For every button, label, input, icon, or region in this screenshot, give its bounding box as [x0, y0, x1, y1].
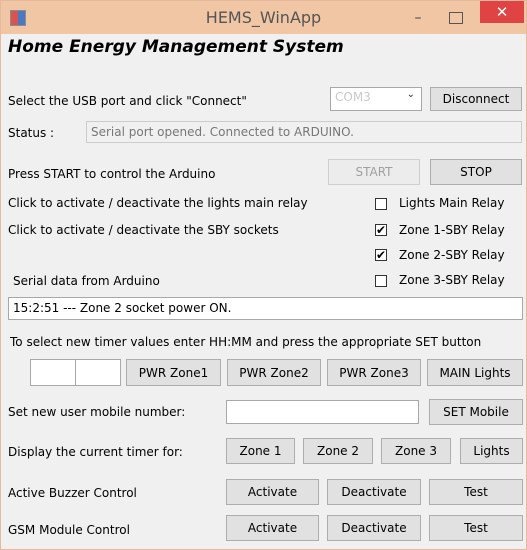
- display-zone2-button[interactable]: Zone 2: [303, 438, 373, 464]
- display-lights-button[interactable]: Lights: [460, 438, 523, 464]
- buzzer-activate-button[interactable]: Activate: [226, 479, 319, 505]
- serial-label: Serial data from Arduino: [13, 274, 160, 288]
- timer-instruction: To select new timer values enter HH:MM a…: [10, 335, 482, 349]
- buzzer-deactivate-button[interactable]: Deactivate: [327, 479, 421, 505]
- app-window: HEMS_WinApp – ✕ Home Energy Management S…: [0, 0, 527, 550]
- usb-label: Select the USB port and click "Connect": [8, 94, 247, 108]
- main-lights-button[interactable]: MAIN Lights: [427, 359, 523, 386]
- lights-relay-text: Click to activate / deactivate the light…: [8, 196, 308, 210]
- display-zone3-button[interactable]: Zone 3: [381, 438, 451, 464]
- pwr-zone2-button[interactable]: PWR Zone2: [227, 359, 321, 386]
- pwr-zone1-button[interactable]: PWR Zone1: [126, 359, 221, 386]
- timer-hours-input[interactable]: [30, 359, 76, 386]
- port-select-value: COM3: [335, 90, 371, 104]
- gsm-deactivate-button[interactable]: Deactivate: [327, 515, 421, 541]
- port-select[interactable]: COM3 ⌄: [330, 87, 422, 111]
- zone1-sby-relay-checkbox[interactable]: ✔: [375, 224, 387, 236]
- lights-main-relay-label: Lights Main Relay: [399, 196, 505, 210]
- display-zone1-button[interactable]: Zone 1: [226, 438, 295, 464]
- status-field: Serial port opened. Connected to ARDUINO…: [86, 121, 522, 143]
- title-bar[interactable]: HEMS_WinApp – ✕: [1, 1, 526, 34]
- app-header: Home Energy Management System: [8, 37, 344, 57]
- disconnect-button[interactable]: Disconnect: [430, 87, 522, 111]
- pwr-zone3-button[interactable]: PWR Zone3: [327, 359, 421, 386]
- maximize-button[interactable]: [443, 10, 469, 26]
- start-button[interactable]: START: [328, 159, 420, 185]
- zone2-sby-relay-checkbox[interactable]: ✔: [375, 249, 387, 261]
- zone3-sby-relay-checkbox[interactable]: [375, 275, 387, 287]
- stop-button[interactable]: STOP: [430, 159, 522, 185]
- serial-data-field[interactable]: 15:2:51 --- Zone 2 socket power ON.: [8, 297, 523, 320]
- zone3-sby-relay-label: Zone 3-SBY Relay: [399, 273, 505, 287]
- close-button[interactable]: ✕: [480, 1, 524, 23]
- maximize-icon: [449, 12, 463, 24]
- chevron-down-icon: ⌄: [406, 89, 415, 100]
- lights-main-relay-checkbox[interactable]: [375, 198, 387, 210]
- sby-sockets-text: Click to activate / deactivate the SBY s…: [8, 223, 279, 237]
- mobile-label: Set new user mobile number:: [8, 405, 186, 419]
- set-mobile-button[interactable]: SET Mobile: [429, 399, 523, 425]
- minimize-button[interactable]: –: [405, 10, 431, 26]
- zone2-sby-relay-label: Zone 2-SBY Relay: [399, 248, 505, 262]
- buzzer-test-button[interactable]: Test: [429, 479, 523, 505]
- gsm-test-button[interactable]: Test: [429, 515, 523, 541]
- status-label: Status :: [8, 126, 55, 140]
- zone1-sby-relay-label: Zone 1-SBY Relay: [399, 223, 505, 237]
- mobile-number-input[interactable]: [226, 400, 419, 424]
- control-label: Press START to control the Arduino: [8, 167, 216, 181]
- gsm-activate-button[interactable]: Activate: [226, 515, 319, 541]
- gsm-label: GSM Module Control: [8, 523, 130, 537]
- buzzer-label: Active Buzzer Control: [8, 486, 137, 500]
- timer-minutes-input[interactable]: [75, 359, 121, 386]
- display-timer-label: Display the current timer for:: [8, 445, 183, 459]
